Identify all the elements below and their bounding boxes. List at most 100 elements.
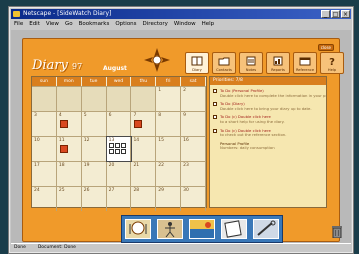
calendar-day[interactable]: 19 <box>82 162 107 186</box>
activity-icon[interactable] <box>114 143 120 148</box>
calendar-day[interactable]: 3 <box>32 112 57 136</box>
calendar-day[interactable]: 26 <box>82 187 107 211</box>
calendar-week: 1 2 <box>32 86 207 111</box>
calendar-day[interactable]: 15 <box>156 137 182 161</box>
calendar-day[interactable]: 7 <box>131 112 157 136</box>
calendar-day[interactable]: 23 <box>181 162 207 186</box>
priorities-panel: Priorities: 7/8 To Do (Personal Profile)… <box>209 76 327 208</box>
close-button[interactable]: × <box>341 10 350 18</box>
calendar-day[interactable]: 28 <box>131 187 157 211</box>
compass-nav-icon[interactable] <box>143 47 171 73</box>
tab-contacts[interactable]: Contacts <box>212 52 236 74</box>
menu-options[interactable]: Options <box>115 20 136 29</box>
help-icon: ? <box>329 57 335 66</box>
event-marker-icon[interactable] <box>59 145 68 153</box>
maximize-button[interactable]: □ <box>331 10 340 18</box>
calendar-day <box>32 87 57 111</box>
priority-detail: Double click here to complete the inform… <box>220 93 326 98</box>
title-bar: Netscape - [SideWatch Diary] _ □ × <box>11 9 351 19</box>
calendar-day[interactable]: 24 <box>32 187 57 211</box>
day-number: 29 <box>158 188 165 193</box>
thumbnail-tools[interactable] <box>253 219 279 239</box>
scroll-right-arrow-icon[interactable] <box>284 224 291 234</box>
planner-close-button[interactable]: close <box>317 44 334 51</box>
priority-item[interactable]: To Do (Diary) Double click here to bring… <box>210 102 326 111</box>
calendar-day[interactable]: 21 <box>131 162 157 186</box>
activity-icon[interactable] <box>120 143 126 148</box>
priority-item[interactable]: To Do (c) Double click here to check out… <box>210 128 326 138</box>
menu-help[interactable]: Help <box>202 20 215 29</box>
calendar-day[interactable]: 1 <box>156 87 182 111</box>
calendar-day[interactable]: 9 <box>181 112 207 136</box>
scroll-left-arrow-icon[interactable] <box>112 224 119 234</box>
day-number: 10 <box>34 138 40 143</box>
menu-file[interactable]: File <box>14 20 23 29</box>
activity-icon[interactable] <box>120 149 126 154</box>
calendar-day[interactable]: 2 <box>181 87 207 111</box>
activity-icon[interactable] <box>108 143 114 148</box>
browser-content: close Diary 97 August Diary Contacts Not… <box>11 30 351 243</box>
note-icon <box>246 56 256 66</box>
thumbnail-exercise[interactable] <box>157 219 183 239</box>
tab-label: Help <box>327 68 337 72</box>
menu-bookmarks[interactable]: Bookmarks <box>79 20 110 29</box>
activity-icon[interactable] <box>114 149 120 154</box>
calendar-day[interactable]: 27 <box>107 187 132 211</box>
calendar-day[interactable]: 8 <box>156 112 182 136</box>
priority-checkbox[interactable] <box>213 102 217 107</box>
thumbnail-landscape[interactable] <box>189 219 215 239</box>
calendar-day[interactable]: 10 <box>32 137 57 161</box>
event-marker-icon[interactable] <box>59 120 68 128</box>
menu-view[interactable]: View <box>46 20 59 29</box>
priority-checkbox[interactable] <box>213 115 217 120</box>
reference-icon <box>299 57 311 66</box>
event-marker-icon[interactable] <box>134 120 143 128</box>
calendar-day[interactable]: 22 <box>156 162 182 186</box>
calendar-day[interactable]: 5 <box>82 112 107 136</box>
calendar-day[interactable]: 30 <box>181 187 207 211</box>
calendar-day[interactable]: 16 <box>181 137 207 161</box>
calendar-day[interactable]: 14 <box>131 137 157 161</box>
menu-go[interactable]: Go <box>65 20 73 29</box>
menu-edit[interactable]: Edit <box>29 20 40 29</box>
menu-window[interactable]: Window <box>174 20 196 29</box>
calendar-day-today[interactable]: 13 <box>105 136 133 162</box>
calendar-day[interactable]: 29 <box>156 187 182 211</box>
brand-name: Diary <box>32 58 68 73</box>
trash-icon[interactable] <box>332 225 342 238</box>
thumbnail-document[interactable] <box>221 219 247 239</box>
calendar-day[interactable]: 25 <box>57 187 82 211</box>
tab-diary[interactable]: Diary <box>185 52 209 74</box>
priority-checkbox[interactable] <box>213 89 217 93</box>
weekday-label: sat <box>181 77 207 86</box>
calendar-day[interactable]: 6 <box>107 112 132 136</box>
calendar-day <box>106 87 132 111</box>
tab-help[interactable]: ? Help <box>320 52 344 74</box>
priority-item[interactable]: To Do (c) Double click here to a short h… <box>210 115 326 124</box>
activity-icon[interactable] <box>108 149 114 154</box>
calendar-day[interactable]: 12 <box>82 137 107 161</box>
calendar-day[interactable]: 4 <box>57 112 82 136</box>
weekday-label: wed <box>107 77 132 86</box>
minimize-button[interactable]: _ <box>321 10 330 18</box>
calendar-day[interactable]: 17 <box>32 162 57 186</box>
diary-brand: Diary 97 <box>32 58 82 73</box>
thumbnail-meal[interactable] <box>125 219 151 239</box>
priority-item[interactable]: To Do (Personal Profile) Double click he… <box>210 89 326 98</box>
calendar-day[interactable]: 18 <box>57 162 82 186</box>
weekday-label: thu <box>131 77 157 86</box>
priority-item[interactable]: Personal Profile Numbers: daily consumpt… <box>210 142 326 151</box>
calendar-day[interactable]: 11 <box>57 137 82 161</box>
weekday-label: fri <box>156 77 182 86</box>
menu-directory[interactable]: Directory <box>143 20 168 29</box>
tab-reports[interactable]: Reports <box>266 52 290 74</box>
calendar-day[interactable]: 20 <box>107 162 132 186</box>
priority-checkbox[interactable] <box>213 128 217 133</box>
current-month: August <box>103 65 127 72</box>
status-bar: Done Document: Done <box>11 243 351 252</box>
day-number: 15 <box>158 138 165 143</box>
tab-notes[interactable]: Notes <box>239 52 263 74</box>
weekday-label: mon <box>57 77 82 86</box>
tab-reference[interactable]: Reference <box>293 52 317 74</box>
day-number: 21 <box>133 163 140 168</box>
